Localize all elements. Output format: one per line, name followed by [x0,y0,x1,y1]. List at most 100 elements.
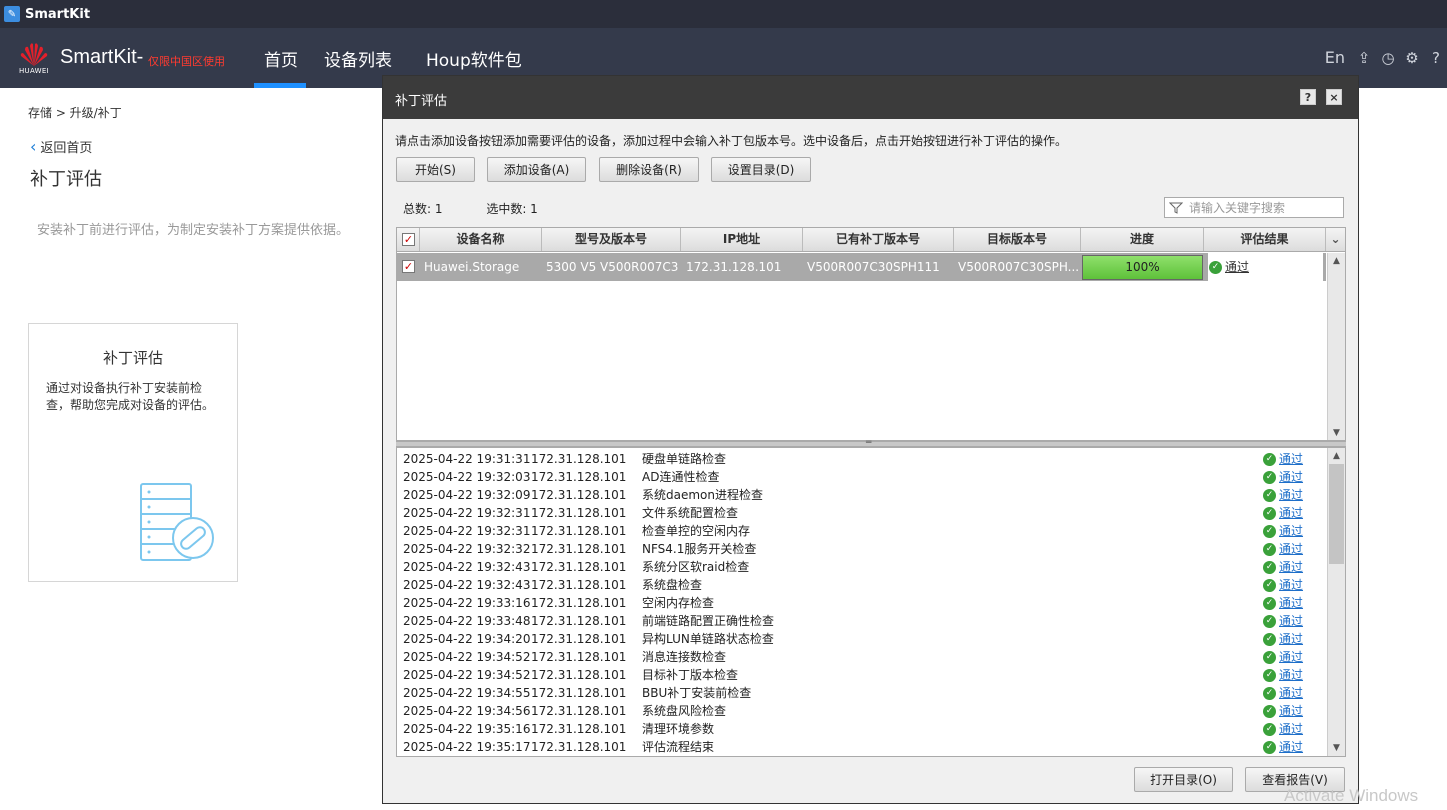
start-button[interactable]: 开始(S) [396,157,475,182]
log-row[interactable]: 2025-04-22 19:34:20 172.31.128.101 异构LUN单链… [397,630,1326,648]
smartkit-app-icon: ✎ [4,6,20,22]
search-box[interactable] [1164,197,1344,218]
log-row[interactable]: 2025-04-22 19:32:09 172.31.128.101 系统daemo… [397,486,1326,504]
scroll-down-icon[interactable]: ▼ [1328,425,1345,440]
device-row[interactable]: ✓ Huawei.Storage 5300 V5 V500R007C3... 1… [397,253,1326,281]
device-table-scrollbar[interactable]: ▲ ▼ [1327,253,1345,440]
log-time: 2025-04-22 19:35:17 [403,740,531,754]
log-row[interactable]: 2025-04-22 19:32:31 172.31.128.101 检查单控的空闲… [397,522,1326,540]
col-model-version[interactable]: 型号及版本号 [542,228,681,251]
col-ip-address[interactable]: IP地址 [681,228,803,251]
col-target-version[interactable]: 目标版本号 [954,228,1081,251]
log-result[interactable]: ✓ 通过 [1263,612,1303,630]
scroll-down-icon[interactable]: ▼ [1328,740,1345,756]
upload-icon[interactable]: ⇪ [1355,49,1373,67]
scroll-thumb[interactable] [1329,464,1344,564]
delete-device-button[interactable]: 删除设备(R) [599,157,699,182]
log-result-label[interactable]: 通过 [1279,470,1303,484]
log-result-label[interactable]: 通过 [1279,560,1303,574]
device-result-label[interactable]: 通过 [1225,260,1249,274]
log-result-label[interactable]: 通过 [1279,524,1303,538]
log-row[interactable]: 2025-04-22 19:35:16 172.31.128.101 清理环境参数 ✓… [397,720,1326,738]
search-input[interactable] [1189,200,1339,215]
log-row[interactable]: 2025-04-22 19:33:48 172.31.128.101 前端链路配置正… [397,612,1326,630]
help-icon[interactable]: ? [1427,49,1445,67]
log-time: 2025-04-22 19:32:09 [403,488,531,502]
log-result-label[interactable]: 通过 [1279,596,1303,610]
log-result-label[interactable]: 通过 [1279,632,1303,646]
log-result[interactable]: ✓ 通过 [1263,738,1303,756]
log-ip: 172.31.128.101 [531,704,627,718]
log-result[interactable]: ✓ 通过 [1263,594,1303,612]
col-device-name[interactable]: 设备名称 [420,228,542,251]
log-result[interactable]: ✓ 通过 [1263,684,1303,702]
column-menu-icon[interactable]: ⌄ [1326,228,1345,251]
log-result-label[interactable]: 通过 [1279,650,1303,664]
nav-active-indicator [254,83,306,88]
dialog-close-button[interactable]: × [1326,89,1342,105]
nav-tab-houp[interactable]: Houp软件包 [426,46,522,71]
log-result[interactable]: ✓ 通过 [1263,576,1303,594]
os-titlebar: ✎ SmartKit [0,0,1447,28]
log-row[interactable]: 2025-04-22 19:32:32 172.31.128.101 NFS4.1服… [397,540,1326,558]
log-result-label[interactable]: 通过 [1279,452,1303,466]
log-result[interactable]: ✓ 通过 [1263,702,1303,720]
log-result-label[interactable]: 通过 [1279,506,1303,520]
clock-icon[interactable]: ◷ [1379,49,1397,67]
log-row[interactable]: 2025-04-22 19:31:31 172.31.128.101 硬盘单链路检查… [397,450,1326,468]
log-result[interactable]: ✓ 通过 [1263,522,1303,540]
language-toggle[interactable]: En [1325,48,1345,67]
logo-text: HUAWEI [18,67,49,75]
log-result[interactable]: ✓ 通过 [1263,630,1303,648]
log-row[interactable]: 2025-04-22 19:35:17 172.31.128.101 评估流程结束 ✓… [397,738,1326,756]
patch-evaluation-card[interactable]: 补丁评估 通过对设备执行补丁安装前检查，帮助您完成对设备的评估。 [28,323,238,582]
back-to-home-link[interactable]: ‹ 返回首页 [30,137,92,156]
log-result[interactable]: ✓ 通过 [1263,720,1303,738]
log-result-label[interactable]: 通过 [1279,668,1303,682]
log-row[interactable]: 2025-04-22 19:32:43 172.31.128.101 系统分区软ra… [397,558,1326,576]
gear-icon[interactable]: ⚙ [1403,49,1421,67]
scroll-up-icon[interactable]: ▲ [1328,253,1345,269]
log-result[interactable]: ✓ 通过 [1263,468,1303,486]
log-result[interactable]: ✓ 通过 [1263,540,1303,558]
add-device-button[interactable]: 添加设备(A) [487,157,586,182]
select-all-checkbox[interactable]: ✓ [402,233,415,246]
col-progress[interactable]: 进度 [1081,228,1204,251]
dialog-help-button[interactable]: ? [1300,89,1316,105]
log-row[interactable]: 2025-04-22 19:34:52 172.31.128.101 目标补丁版本检… [397,666,1326,684]
log-check-item: 系统分区软raid检查 [642,560,750,574]
log-ip: 172.31.128.101 [531,740,627,754]
col-result[interactable]: 评估结果 [1204,228,1326,251]
col-existing-patch[interactable]: 已有补丁版本号 [803,228,954,251]
log-result-label[interactable]: 通过 [1279,578,1303,592]
log-result-label[interactable]: 通过 [1279,704,1303,718]
log-scrollbar[interactable]: ▲ ▼ [1327,448,1345,756]
log-result[interactable]: ✓ 通过 [1263,666,1303,684]
log-result-label[interactable]: 通过 [1279,488,1303,502]
scroll-up-icon[interactable]: ▲ [1328,448,1345,464]
log-result[interactable]: ✓ 通过 [1263,558,1303,576]
log-row[interactable]: 2025-04-22 19:34:55 172.31.128.101 BBU补丁安装… [397,684,1326,702]
log-result-label[interactable]: 通过 [1279,686,1303,700]
log-result-label[interactable]: 通过 [1279,614,1303,628]
log-row[interactable]: 2025-04-22 19:32:31 172.31.128.101 文件系统配置检… [397,504,1326,522]
log-row[interactable]: 2025-04-22 19:34:56 172.31.128.101 系统盘风险检查… [397,702,1326,720]
log-result-label[interactable]: 通过 [1279,722,1303,736]
log-result[interactable]: ✓ 通过 [1263,504,1303,522]
row-checkbox[interactable]: ✓ [402,260,415,273]
set-directory-button[interactable]: 设置目录(D) [711,157,811,182]
log-row[interactable]: 2025-04-22 19:32:43 172.31.128.101 系统盘检查 ✓ 通… [397,576,1326,594]
log-result-label[interactable]: 通过 [1279,542,1303,556]
log-result[interactable]: ✓ 通过 [1263,450,1303,468]
log-row[interactable]: 2025-04-22 19:34:52 172.31.128.101 消息连接数检查… [397,648,1326,666]
log-result-label[interactable]: 通过 [1279,740,1303,754]
log-ip: 172.31.128.101 [531,632,627,646]
log-row[interactable]: 2025-04-22 19:33:16 172.31.128.101 空闲内存检查 ✓… [397,594,1326,612]
log-time: 2025-04-22 19:33:16 [403,596,531,610]
open-directory-button[interactable]: 打开目录(O) [1134,767,1233,792]
log-result[interactable]: ✓ 通过 [1263,486,1303,504]
nav-tab-home[interactable]: 首页 [264,46,298,71]
log-row[interactable]: 2025-04-22 19:32:03 172.31.128.101 AD连通性检查… [397,468,1326,486]
log-result[interactable]: ✓ 通过 [1263,648,1303,666]
nav-tab-devices[interactable]: 设备列表 [324,46,392,71]
